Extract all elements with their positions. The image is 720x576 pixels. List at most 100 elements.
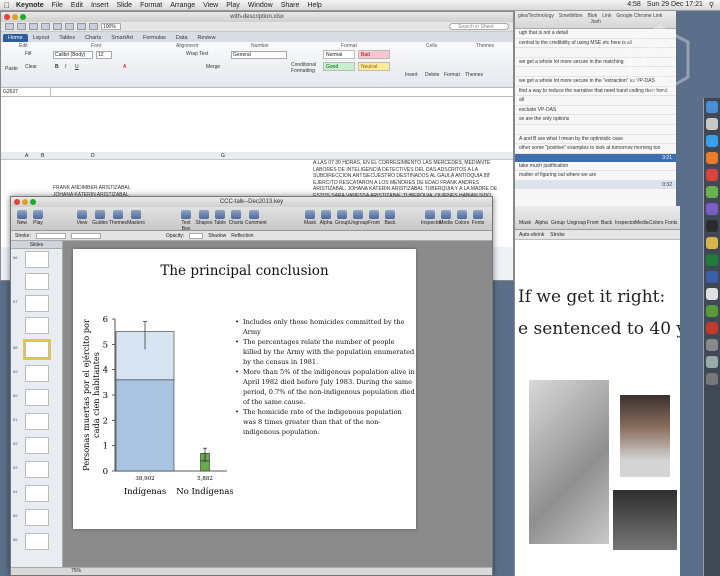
excel-icon[interactable] [706, 254, 718, 266]
conditional-formatting-button[interactable]: Conditional Formatting [291, 62, 316, 74]
tab-home[interactable]: Home [3, 34, 28, 42]
tab-charts[interactable]: Charts [80, 34, 106, 42]
close-button[interactable] [14, 199, 20, 205]
column-header-d[interactable]: D [91, 153, 95, 159]
slide-bullets[interactable]: Includes only those homicides committed … [235, 317, 415, 437]
finder-icon[interactable] [706, 101, 718, 113]
slide-thumbnail[interactable] [25, 461, 49, 478]
mask-button[interactable]: Mask [519, 220, 531, 226]
column-header-b[interactable]: B [41, 153, 44, 159]
keynote-icon[interactable] [706, 271, 718, 283]
slide-thumbnail[interactable] [25, 365, 49, 382]
menu-window[interactable]: Window [248, 2, 273, 9]
style-neutral[interactable]: Neutral [358, 62, 390, 71]
spotlight-icon[interactable]: ⚲ [709, 1, 714, 9]
launchpad-icon[interactable] [706, 118, 718, 130]
opacity-field[interactable] [189, 232, 204, 239]
slide-thumbnail[interactable] [25, 317, 49, 334]
apple-icon[interactable]:  [4, 1, 10, 10]
menu-app-name[interactable]: Keynote [16, 2, 44, 9]
preview-icon[interactable] [706, 288, 718, 300]
style-good[interactable]: Good [323, 62, 355, 71]
menu-play[interactable]: Play [226, 2, 240, 9]
new-icon[interactable] [5, 23, 14, 30]
keynote-zoom[interactable]: 75% [71, 568, 81, 574]
colors-button[interactable]: Colors [649, 220, 663, 226]
slide-photo[interactable] [529, 380, 609, 544]
number-format-select[interactable]: General [231, 51, 287, 59]
alpha-button[interactable]: Alpha [535, 220, 548, 226]
slide-thumbnail[interactable] [25, 389, 49, 406]
comment-button[interactable]: Comment [245, 210, 267, 226]
bookmark-link[interactable]: Google Chrome Link [616, 13, 662, 19]
fill-button[interactable]: Fill [25, 51, 31, 57]
menu-format[interactable]: Format [140, 2, 162, 9]
sum-icon[interactable] [77, 23, 86, 30]
zoom-select[interactable]: 100% [101, 23, 121, 30]
back-button[interactable]: Back [601, 220, 612, 226]
tab-formulas[interactable]: Formulas [138, 34, 171, 42]
merge-button[interactable]: Merge [206, 64, 220, 70]
masters-button[interactable]: Masters [127, 210, 145, 226]
play-button[interactable]: Play [29, 210, 47, 226]
wrap-text-button[interactable]: Wrap Text [186, 51, 208, 57]
close-button[interactable] [4, 14, 10, 20]
view-button[interactable]: View [73, 210, 91, 226]
second-slide-canvas[interactable]: If we get it right: e sentenced to 40 ye… [515, 240, 680, 576]
slide-thumbnail[interactable] [25, 437, 49, 454]
zoom-button[interactable] [30, 199, 36, 205]
menu-share[interactable]: Share [281, 2, 300, 9]
print-icon[interactable] [41, 23, 50, 30]
fonts-button[interactable]: Fonts [469, 210, 487, 226]
open-icon[interactable] [17, 23, 26, 30]
clear-button[interactable]: Clear [25, 64, 37, 70]
zoom-button[interactable] [20, 14, 26, 20]
font-color-button[interactable]: A [123, 64, 126, 70]
menu-arrange[interactable]: Arrange [170, 2, 195, 9]
trash-icon[interactable] [706, 373, 718, 385]
group-button[interactable]: Group [551, 220, 565, 226]
minimize-button[interactable] [12, 14, 18, 20]
slide-thumbnail-selected[interactable] [23, 339, 51, 360]
style-normal[interactable]: Normal [323, 50, 355, 59]
media-button[interactable]: Media [635, 220, 649, 226]
tab-data[interactable]: Data [171, 34, 193, 42]
italic-button[interactable]: I [65, 64, 66, 70]
app-icon[interactable] [706, 305, 718, 317]
safari-icon[interactable] [706, 135, 718, 147]
messages-icon[interactable] [706, 186, 718, 198]
ungroup-button[interactable]: Ungroup [567, 220, 586, 226]
themes-button[interactable]: Themes [109, 210, 127, 226]
name-box[interactable]: G2627 [1, 88, 51, 96]
guides-button[interactable]: Guides [91, 210, 109, 226]
menu-slide[interactable]: Slide [116, 2, 132, 9]
chrome-icon[interactable] [706, 322, 718, 334]
slide-text-line[interactable]: e sentenced to 40 year [518, 319, 680, 339]
bold-button[interactable]: B [55, 64, 59, 70]
stroke-field[interactable] [35, 232, 66, 239]
sheet-search-input[interactable]: Search in Sheet [449, 23, 509, 30]
menu-insert[interactable]: Insert [91, 2, 109, 9]
slide-thumbnail[interactable] [25, 273, 49, 290]
delete-cells-button[interactable]: Delete [425, 72, 439, 78]
style-bad[interactable]: Bad [358, 50, 390, 59]
menu-help[interactable]: Help [307, 2, 321, 9]
fonts-button[interactable]: Fonts [665, 220, 678, 226]
bar-chart[interactable]: 0123456Personas muertas por el ejército … [73, 249, 233, 529]
back-button[interactable]: Back [381, 210, 399, 226]
bookmark-link[interactable]: gles/Technology [518, 13, 554, 19]
calendar-icon[interactable] [706, 169, 718, 181]
slide-thumbnail[interactable] [25, 485, 49, 502]
column-header-g[interactable]: G [221, 153, 225, 159]
shadow-checkbox[interactable]: Shadow [208, 233, 226, 239]
text-box-button[interactable]: Text Box [177, 210, 195, 232]
downloads-icon[interactable] [706, 356, 718, 368]
slide-thumbnail[interactable] [25, 413, 49, 430]
front-button[interactable]: Front [587, 220, 599, 226]
reflection-checkbox[interactable]: Reflection [231, 233, 253, 239]
sort-icon[interactable] [89, 23, 98, 30]
column-header-a[interactable]: A [25, 153, 28, 159]
firefox-icon[interactable] [706, 152, 718, 164]
format-cells-button[interactable]: Format [444, 72, 460, 78]
slide-photo[interactable] [620, 395, 670, 477]
